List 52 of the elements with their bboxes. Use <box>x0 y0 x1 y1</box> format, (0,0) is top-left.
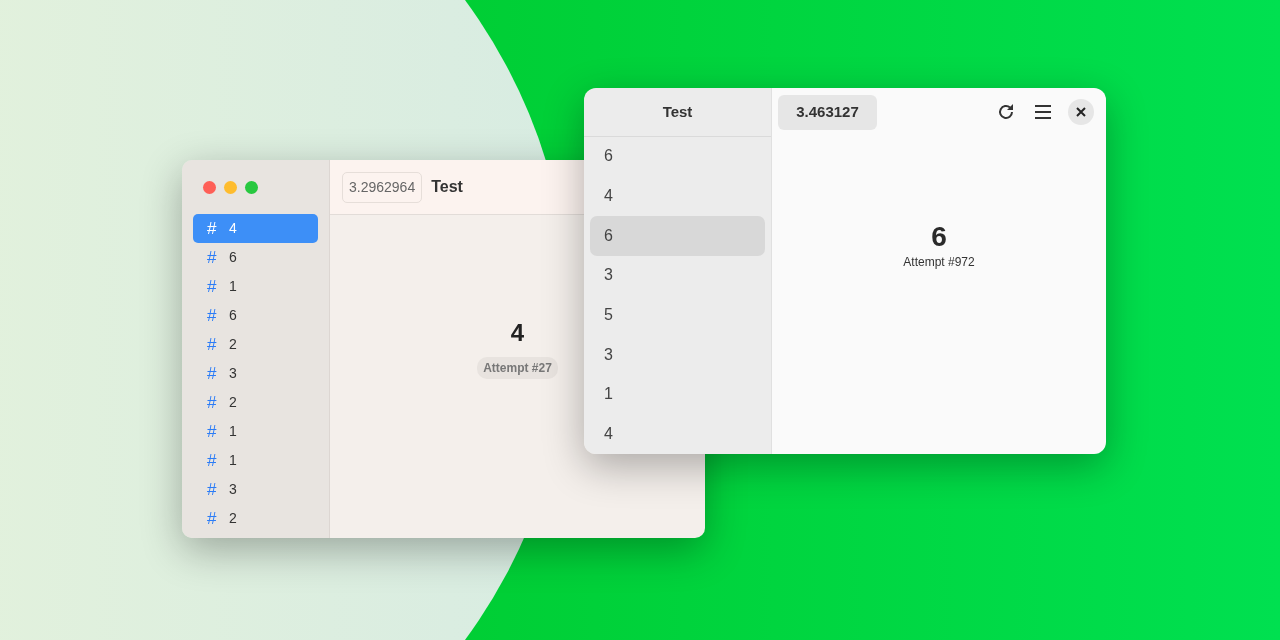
sidebar-item[interactable]: 5 <box>590 295 765 335</box>
sidebar-item[interactable]: 4 <box>590 176 765 216</box>
sidebar-item[interactable]: 6 <box>590 136 765 177</box>
sidebar-item[interactable]: # 6 <box>193 243 318 272</box>
hash-symbol: # <box>207 246 218 269</box>
item-label: 1 <box>229 422 237 441</box>
menu-icon <box>1034 104 1052 120</box>
refresh-icon <box>996 102 1016 122</box>
item-label: 3 <box>229 480 237 499</box>
hash-symbol: # <box>207 217 218 240</box>
hash-symbol: # <box>207 304 218 327</box>
sidebar-item[interactable]: 4 <box>590 414 765 454</box>
hash-symbol: # <box>207 275 218 298</box>
sidebar-item[interactable]: # 2 <box>193 330 318 359</box>
sidebar-item[interactable]: # 2 <box>193 504 318 533</box>
sidebar-item[interactable]: 1 <box>590 374 765 415</box>
attempt-label: Attempt #972 <box>903 253 975 271</box>
item-label: 1 <box>229 451 237 470</box>
hash-symbol: # <box>207 333 218 356</box>
value-badge: 3.2962964 <box>342 171 423 203</box>
item-label: 2 <box>229 509 237 528</box>
sidebar-item[interactable]: # 3 <box>193 475 318 504</box>
hash-symbol: # <box>207 391 218 414</box>
result-number: 6 <box>931 222 947 253</box>
close-button[interactable] <box>1068 99 1094 125</box>
hash-symbol: # <box>207 478 218 501</box>
item-label: 2 <box>229 393 237 412</box>
hash-symbol: # <box>207 449 218 472</box>
window-title: Test <box>662 101 693 122</box>
item-label: 4 <box>229 219 237 238</box>
hash-symbol: # <box>207 362 218 385</box>
sidebar-item[interactable]: 3 <box>590 255 765 296</box>
sidebar-item[interactable]: # 1 <box>193 446 318 475</box>
close-icon <box>1076 107 1086 117</box>
item-label: 1 <box>229 277 237 296</box>
item-label: 2 <box>229 335 237 354</box>
item-label: 3 <box>229 364 237 383</box>
sidebar-item[interactable]: 3 <box>590 334 765 375</box>
hash-symbol: # <box>207 420 218 443</box>
attempt-label: Attempt #27 <box>477 357 558 379</box>
sidebar-item[interactable]: # 2 <box>193 388 318 417</box>
sidebar-item[interactable]: # 6 <box>193 301 318 330</box>
sidebar-item[interactable]: 6 <box>590 215 765 256</box>
sidebar-item[interactable]: # 3 <box>193 359 318 388</box>
sidebar-item[interactable]: # 1 <box>193 272 318 301</box>
value-button[interactable]: 3.463127 <box>778 94 877 130</box>
sidebar-item[interactable]: # 1 <box>193 417 318 446</box>
window-title: Test <box>431 177 463 197</box>
result-number: 4 <box>510 318 525 348</box>
item-label: 6 <box>229 248 237 267</box>
hash-symbol: # <box>207 507 218 530</box>
item-label: 6 <box>229 306 237 325</box>
